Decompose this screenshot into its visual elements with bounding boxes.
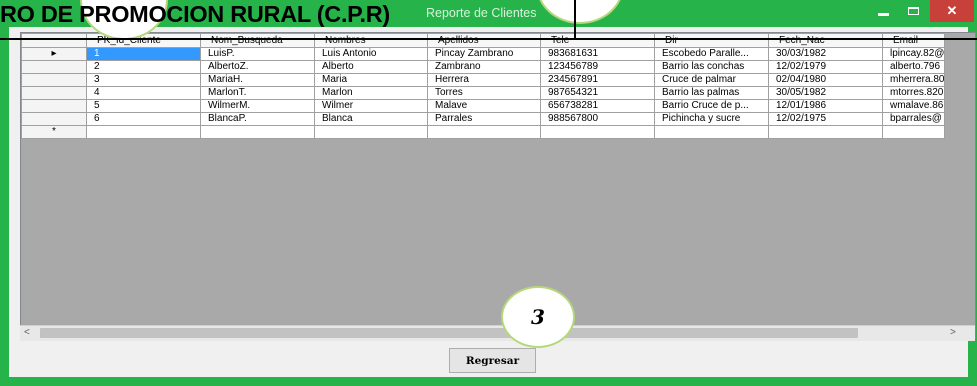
table-cell[interactable]: mtorres.820 [881, 86, 946, 100]
table-cell[interactable]: AlbertoZ. [200, 60, 315, 74]
table-cell[interactable]: Torres [427, 86, 541, 100]
table-row[interactable]: 3 MariaH. Maria Herrera 234567891 Cruce … [21, 73, 946, 87]
table-cell[interactable]: MarlonT. [200, 86, 315, 100]
report-window: Reporte de Clientes ✕ PK_Id_Cliente Nom_… [0, 0, 977, 386]
table-row[interactable]: 6 BlancaP. Blanca Parrales 988567800 Pic… [21, 112, 946, 126]
new-row-indicator[interactable]: * [21, 125, 87, 139]
table-cell[interactable] [654, 125, 769, 139]
overlay-heading: RO DE PROMOCION RURAL (C.P.R) [0, 1, 390, 27]
table-cell[interactable]: 02/04/1980 [768, 73, 883, 87]
table-cell[interactable]: 987654321 [540, 86, 655, 100]
table-cell[interactable]: Barrio las palmas [654, 86, 769, 100]
scroll-left-icon[interactable]: < [24, 327, 30, 338]
row-header[interactable] [21, 86, 87, 100]
table-cell[interactable]: Maria [314, 73, 428, 87]
overlay-divider [0, 38, 977, 40]
table-cell[interactable]: 3 [86, 73, 201, 87]
table-row[interactable]: 5 WilmerM. Wilmer Malave 656738281 Barri… [21, 99, 946, 113]
maximize-icon [907, 7, 919, 15]
table-cell[interactable]: lpincay.82@ [881, 47, 946, 61]
table-cell[interactable]: 12/01/1986 [768, 99, 883, 113]
close-button[interactable]: ✕ [930, 0, 974, 22]
table-cell[interactable]: LuisP. [200, 47, 315, 61]
table-row[interactable]: ▸ 1 LuisP. Luis Antonio Pincay Zambrano … [21, 47, 946, 61]
table-row[interactable]: 2 AlbertoZ. Alberto Zambrano 123456789 B… [21, 60, 946, 74]
row-header[interactable] [21, 60, 87, 74]
table-cell[interactable] [427, 125, 541, 139]
table-cell[interactable]: 988567800 [540, 112, 655, 126]
back-button[interactable]: Regresar [449, 348, 536, 373]
table-cell[interactable] [768, 125, 883, 139]
table-cell[interactable]: Escobedo Paralle... [654, 47, 769, 61]
column-header[interactable]: Tele [540, 33, 655, 48]
table-cell[interactable]: wmalave.86 [881, 99, 946, 113]
table-cell[interactable]: 234567891 [540, 73, 655, 87]
table-cell[interactable]: 123456789 [540, 60, 655, 74]
table-cell[interactable]: 30/05/1982 [768, 86, 883, 100]
callout-bubble-3: 3 [501, 286, 575, 348]
table-cell[interactable]: 656738281 [540, 99, 655, 113]
table-cell[interactable]: Parrales [427, 112, 541, 126]
table-cell[interactable]: Blanca [314, 112, 428, 126]
minimize-icon [877, 12, 889, 16]
window-title: Reporte de Clientes [426, 6, 537, 20]
scroll-thumb[interactable] [40, 328, 858, 338]
table-cell[interactable] [200, 125, 315, 139]
current-row-indicator[interactable]: ▸ [21, 47, 87, 61]
clients-data-grid[interactable]: PK_Id_Cliente Nom_Busqueda Nombres Apell… [20, 32, 976, 339]
table-cell[interactable]: Malave [427, 99, 541, 113]
table-cell[interactable]: Zambrano [427, 60, 541, 74]
row-header[interactable] [21, 99, 87, 113]
new-row[interactable]: * [21, 125, 946, 139]
close-icon: ✕ [946, 3, 958, 18]
table-cell[interactable]: Barrio Cruce de p... [654, 99, 769, 113]
table-cell[interactable]: WilmerM. [200, 99, 315, 113]
table-cell[interactable]: Wilmer [314, 99, 428, 113]
table-cell[interactable]: Pichincha y sucre [654, 112, 769, 126]
row-header[interactable] [21, 73, 87, 87]
row-header[interactable] [21, 112, 87, 126]
table-cell[interactable]: 4 [86, 86, 201, 100]
table-cell[interactable]: Alberto [314, 60, 428, 74]
table-cell[interactable]: 30/03/1982 [768, 47, 883, 61]
table-cell[interactable]: Barrio las conchas [654, 60, 769, 74]
scroll-right-icon[interactable]: > [950, 327, 956, 338]
table-cell[interactable]: 1 [86, 47, 201, 61]
column-header[interactable]: Email [881, 33, 946, 48]
table-cell[interactable]: BlancaP. [200, 112, 315, 126]
table-cell[interactable]: alberto.796 [881, 60, 946, 74]
table-cell[interactable]: 6 [86, 112, 201, 126]
table-cell[interactable]: Cruce de palmar [654, 73, 769, 87]
table-cell[interactable]: Luis Antonio [314, 47, 428, 61]
table-cell[interactable]: MariaH. [200, 73, 315, 87]
table-cell[interactable]: 5 [86, 99, 201, 113]
clients-table: PK_Id_Cliente Nom_Busqueda Nombres Apell… [21, 33, 946, 139]
table-cell[interactable]: mherrera.80 [881, 73, 946, 87]
overlay-pointer-line [574, 0, 576, 40]
table-cell[interactable]: 12/02/1975 [768, 112, 883, 126]
table-row[interactable]: 4 MarlonT. Marlon Torres 987654321 Barri… [21, 86, 946, 100]
row-header-corner[interactable] [21, 33, 87, 48]
column-header[interactable]: Dir [654, 33, 769, 48]
table-cell[interactable] [540, 125, 655, 139]
table-cell[interactable] [86, 125, 201, 139]
table-cell[interactable] [881, 125, 946, 139]
header-row: PK_Id_Cliente Nom_Busqueda Nombres Apell… [21, 33, 946, 48]
column-header[interactable]: Nombres [314, 33, 428, 48]
table-cell[interactable] [314, 125, 428, 139]
table-cell[interactable]: bparrales@ [881, 112, 946, 126]
column-header[interactable]: Nom_Busqueda [200, 33, 315, 48]
table-cell[interactable]: Herrera [427, 73, 541, 87]
column-header[interactable]: Fech_Nac [768, 33, 883, 48]
maximize-button[interactable] [898, 0, 928, 22]
horizontal-scrollbar[interactable]: < > [20, 325, 975, 341]
table-cell[interactable]: Marlon [314, 86, 428, 100]
table-cell[interactable]: 983681631 [540, 47, 655, 61]
table-cell[interactable]: Pincay Zambrano [427, 47, 541, 61]
table-cell[interactable]: 2 [86, 60, 201, 74]
minimize-button[interactable] [870, 0, 896, 22]
column-header[interactable]: Apellidos [427, 33, 541, 48]
table-cell[interactable]: 12/02/1979 [768, 60, 883, 74]
